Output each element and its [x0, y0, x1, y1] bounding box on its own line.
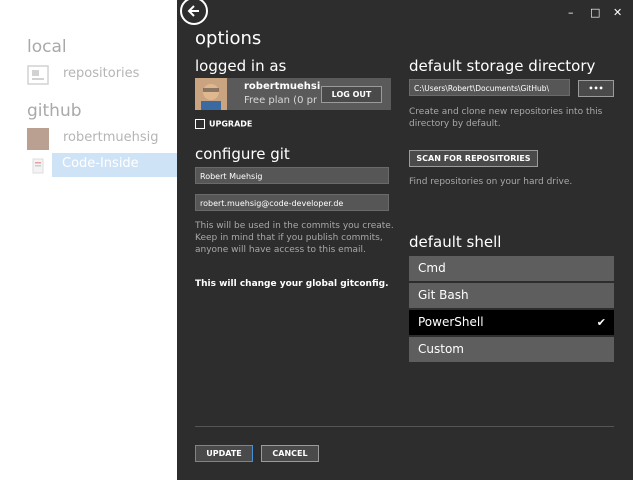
sidebar-item-code-inside[interactable]: Code-Inside	[52, 153, 177, 177]
shell-option-git-bash[interactable]: Git Bash	[409, 283, 614, 308]
user-avatar	[27, 128, 49, 150]
account-heading: logged in as	[195, 57, 287, 75]
account-card: robertmuehsi Free plan (0 pr LOG OUT	[195, 78, 391, 110]
browse-button[interactable]: •••	[578, 80, 614, 97]
shell-option-label: Cmd	[418, 261, 446, 275]
plan-text: Free plan (0 pr	[244, 95, 317, 106]
shell-option-label: Git Bash	[418, 288, 469, 302]
page-title: options	[195, 28, 262, 49]
cancel-button[interactable]: CANCEL	[261, 445, 319, 462]
git-warning: This will change your global gitconfig.	[195, 279, 389, 289]
close-button[interactable]: ✕	[613, 6, 622, 19]
minimize-button[interactable]: –	[568, 6, 574, 19]
storage-heading: default storage directory	[409, 57, 596, 75]
scan-note: Find repositories on your hard drive.	[409, 177, 573, 187]
github-heading: github	[27, 101, 82, 121]
sidebar-item-label: Code-Inside	[62, 156, 139, 171]
divider	[195, 426, 614, 427]
storage-path-field[interactable]: C:\Users\Robert\Documents\GitHub\	[409, 79, 570, 96]
external-link-icon	[195, 119, 205, 129]
git-heading: configure git	[195, 145, 290, 163]
arrow-left-icon	[187, 5, 199, 17]
shell-option-label: PowerShell	[418, 315, 484, 329]
shell-heading: default shell	[409, 233, 502, 251]
maximize-button[interactable]: □	[590, 6, 600, 19]
upgrade-label: UPGRADE	[209, 119, 253, 129]
username: robertmuehsi	[244, 81, 321, 92]
update-button[interactable]: UPDATE	[195, 445, 253, 462]
sidebar-item-label: repositories	[63, 66, 140, 81]
shell-option-label: Custom	[418, 342, 464, 356]
options-panel: – □ ✕ options logged in as robertmuehsi …	[177, 0, 633, 480]
upgrade-link[interactable]: UPGRADE	[195, 119, 252, 129]
shell-option-powershell[interactable]: PowerShell ✔	[409, 310, 614, 335]
avatar	[195, 78, 227, 110]
email-field[interactable]: robert.muehsig@code-developer.de	[195, 194, 389, 211]
shell-option-cmd[interactable]: Cmd	[409, 256, 614, 281]
sidebar-item-robertmuehsig[interactable]: robertmuehsig	[27, 127, 177, 151]
sidebar-item-repositories[interactable]: repositories	[27, 63, 177, 87]
organization-icon	[27, 156, 49, 178]
logout-button[interactable]: LOG OUT	[321, 86, 382, 103]
left-panel: local repositories github robertmuehsig …	[0, 0, 177, 480]
name-field[interactable]: Robert Muehsig	[195, 167, 389, 184]
storage-note: Create and clone new repositories into t…	[409, 107, 603, 129]
git-note: This will be used in the commits you cre…	[195, 221, 394, 255]
back-button[interactable]	[180, 0, 208, 25]
local-heading: local	[27, 37, 67, 57]
scan-repositories-button[interactable]: SCAN FOR REPOSITORIES	[409, 150, 538, 167]
checkmark-icon: ✔	[596, 316, 606, 329]
monitor-icon	[27, 64, 49, 86]
shell-option-custom[interactable]: Custom	[409, 337, 614, 362]
sidebar-item-label: robertmuehsig	[63, 130, 159, 145]
